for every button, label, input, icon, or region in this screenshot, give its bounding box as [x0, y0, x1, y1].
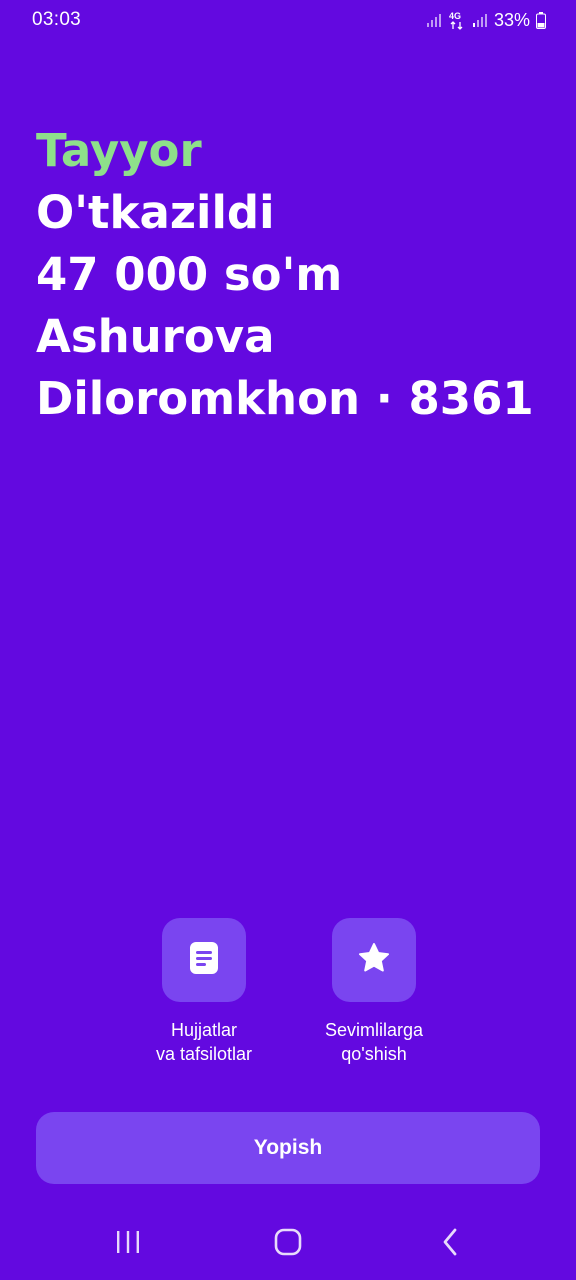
battery-percent: 33%	[493, 9, 530, 30]
documents-tile[interactable]	[162, 918, 246, 1002]
signal-icon	[472, 12, 488, 28]
network-4g-icon: 4G	[448, 10, 466, 30]
status-bar: 03:03 4G 33%	[0, 0, 576, 42]
back-icon	[441, 1228, 459, 1261]
home-button[interactable]	[268, 1228, 308, 1260]
status-time: 03:03	[32, 9, 82, 30]
close-button[interactable]: Yopish	[36, 1112, 540, 1184]
status-icons: 4G 33%	[426, 9, 546, 31]
add-to-favorites-action[interactable]: Sevimlilarga qo'shish	[274, 918, 474, 1066]
battery-icon	[536, 11, 546, 29]
home-icon	[274, 1228, 302, 1261]
signal-icon	[426, 12, 442, 28]
recents-icon	[115, 1230, 141, 1259]
system-nav-bar	[0, 1210, 576, 1280]
recipient-last-name: Ashurova	[36, 310, 275, 363]
document-icon	[189, 941, 219, 980]
recents-button[interactable]	[108, 1228, 148, 1260]
transfer-result: Tayyor O'tkazildi 47 000 so'm Ashurova D…	[36, 120, 556, 430]
back-button[interactable]	[430, 1228, 470, 1260]
transfer-title: O'tkazildi	[36, 186, 275, 239]
star-icon	[357, 942, 391, 979]
svg-text:4G: 4G	[449, 11, 461, 21]
favorites-tile[interactable]	[332, 918, 416, 1002]
transfer-amount: 47 000 so'm	[36, 248, 343, 301]
recipient-first-name-card: Diloromkhon · 8361	[36, 372, 534, 425]
favorites-label: Sevimlilarga qo'shish	[324, 1020, 424, 1064]
documents-label: Hujjatlar va tafsilotlar	[155, 1020, 253, 1064]
status-label: Tayyor	[36, 124, 202, 177]
